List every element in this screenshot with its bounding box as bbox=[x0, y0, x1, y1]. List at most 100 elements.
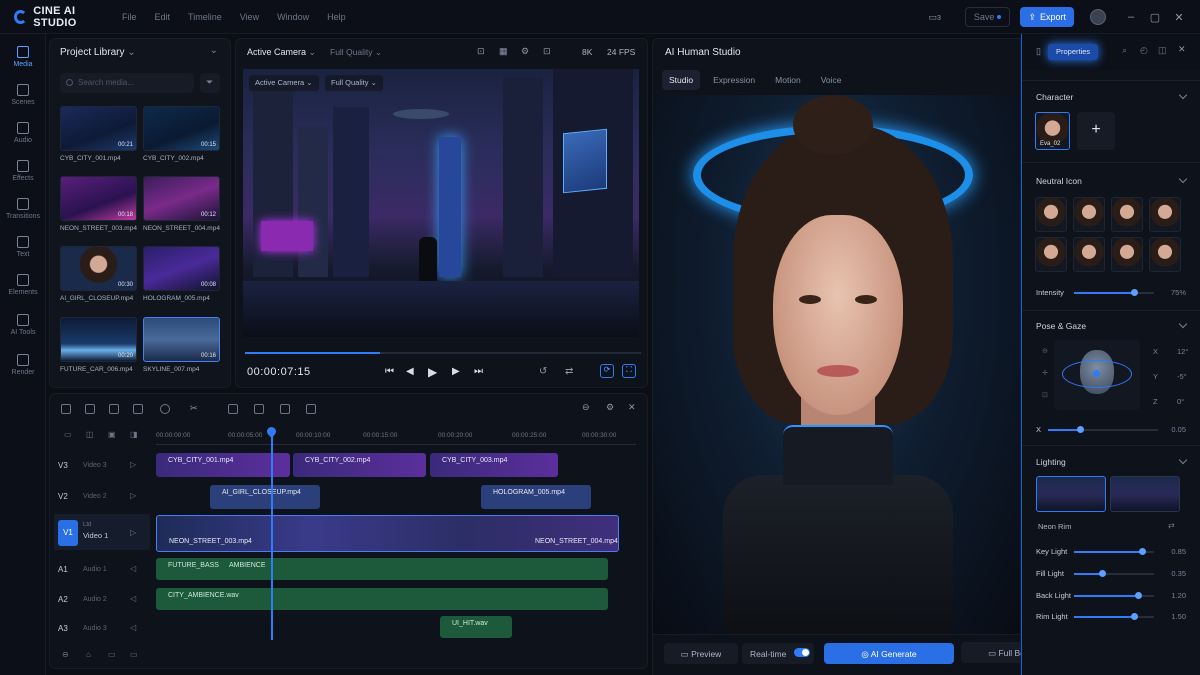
inner-camera-chip[interactable]: Active Camera ⌄ bbox=[249, 75, 319, 91]
audio-clip[interactable]: FUTURE_BASS AMBIENCE bbox=[156, 558, 608, 580]
gaze-target[interactable] bbox=[1093, 370, 1100, 377]
user-avatar[interactable] bbox=[1090, 9, 1106, 25]
light-slider[interactable] bbox=[1074, 570, 1154, 577]
tab-motion[interactable]: Motion bbox=[768, 70, 808, 90]
add-character-button[interactable]: + bbox=[1077, 112, 1115, 150]
snap-icon[interactable]: ⊖ bbox=[582, 402, 590, 413]
pose-z-value[interactable]: 0° bbox=[1177, 397, 1184, 406]
menu-file[interactable]: File bbox=[122, 12, 137, 22]
select-tool-icon[interactable] bbox=[61, 404, 71, 414]
light-preset-thumb[interactable] bbox=[1110, 476, 1180, 512]
link-tool-icon[interactable] bbox=[306, 404, 316, 414]
media-thumb[interactable]: 00:15 bbox=[143, 106, 220, 151]
gaze-control[interactable] bbox=[1054, 340, 1140, 410]
ripple-tool-icon[interactable] bbox=[228, 404, 238, 414]
step-forward-icon[interactable]: ▶ bbox=[452, 366, 460, 377]
zoom-in-icon[interactable]: ▭ bbox=[130, 650, 138, 659]
preview-button[interactable]: ▭ Preview bbox=[664, 643, 738, 664]
loop-icon[interactable]: ↺ bbox=[539, 366, 547, 377]
tab-voice[interactable]: Voice bbox=[814, 70, 849, 90]
export-button[interactable]: ⇪ Export bbox=[1020, 7, 1074, 27]
caption-tool-icon[interactable] bbox=[254, 404, 264, 414]
chevron-down-icon[interactable] bbox=[1178, 174, 1188, 184]
menu-edit[interactable]: Edit bbox=[155, 12, 171, 22]
marker-tool-icon[interactable] bbox=[280, 404, 290, 414]
rail-audio[interactable]: Audio bbox=[0, 122, 46, 144]
skip-end-icon[interactable]: ⏭ bbox=[474, 366, 483, 377]
move-icon[interactable]: ✛ bbox=[1042, 369, 1048, 377]
realtime-switch[interactable] bbox=[794, 648, 810, 657]
chevron-down-icon[interactable] bbox=[1178, 319, 1188, 329]
media-thumb[interactable]: 00:21 bbox=[60, 106, 137, 151]
rail-text[interactable]: Text bbox=[0, 236, 46, 258]
media-thumb[interactable]: 00:30 bbox=[60, 246, 137, 291]
rail-effects[interactable]: Effects bbox=[0, 160, 46, 182]
inner-quality-chip[interactable]: Full Quality ⌄ bbox=[325, 75, 383, 91]
image-tool-icon[interactable] bbox=[109, 404, 119, 414]
panel-close-icon[interactable]: ✕ bbox=[1178, 44, 1186, 55]
menu-timeline[interactable]: Timeline bbox=[188, 12, 222, 22]
cloud-tool-icon[interactable] bbox=[160, 404, 170, 414]
step-back-icon[interactable]: ◀ bbox=[406, 366, 414, 377]
light-slider[interactable] bbox=[1074, 592, 1154, 599]
media-thumb[interactable]: 00:08 bbox=[143, 246, 220, 291]
ai-human-portrait[interactable] bbox=[653, 95, 1020, 634]
tab-expression[interactable]: Expression bbox=[706, 70, 762, 90]
camera-select[interactable]: Active Camera ⌄ bbox=[247, 47, 316, 58]
slider-knob[interactable] bbox=[1099, 570, 1106, 577]
close-icon[interactable]: ✕ bbox=[1172, 11, 1186, 24]
zoom-out-icon[interactable]: ⊖ bbox=[62, 650, 69, 659]
rail-render[interactable]: Render bbox=[0, 354, 46, 376]
light-preset-thumb[interactable] bbox=[1036, 476, 1106, 512]
tab-studio[interactable]: Studio bbox=[662, 70, 701, 90]
shuffle-icon[interactable]: ⇄ bbox=[565, 366, 573, 377]
sync-icon[interactable]: ⟳ bbox=[600, 364, 614, 378]
safe-area-icon[interactable]: ⊡ bbox=[477, 46, 485, 57]
shuffle-icon[interactable]: ⇄ bbox=[1168, 521, 1175, 530]
expression-thumb[interactable] bbox=[1073, 197, 1105, 232]
slider-knob[interactable] bbox=[1077, 426, 1084, 433]
rail-transitions[interactable]: Transitions bbox=[0, 198, 46, 220]
intensity-slider[interactable] bbox=[1074, 289, 1154, 296]
fullscreen-icon[interactable]: ⛶ bbox=[622, 364, 636, 378]
timeline-clip[interactable]: CYB_CITY_003.mp4 bbox=[430, 453, 558, 477]
pose-y-value[interactable]: -5° bbox=[1177, 372, 1187, 381]
rail-ai-tools[interactable]: AI Tools bbox=[0, 314, 46, 336]
playhead[interactable] bbox=[271, 430, 273, 640]
timeline-clip[interactable]: HOLOGRAM_005.mp4 bbox=[481, 485, 591, 509]
expression-thumb[interactable] bbox=[1111, 237, 1143, 272]
media-thumb[interactable]: 00:20 bbox=[60, 317, 137, 362]
track-speaker-icon[interactable]: ◁ bbox=[130, 594, 136, 603]
track-lock-icon[interactable]: ▭ bbox=[64, 430, 72, 439]
zoom-fit-icon[interactable]: ▭ bbox=[108, 650, 116, 659]
track-visibility-icon[interactable]: ◫ bbox=[86, 430, 94, 439]
media-thumb-selected[interactable]: 00:16 bbox=[143, 317, 220, 362]
expression-thumb[interactable] bbox=[1035, 237, 1067, 272]
filter-button[interactable]: ⏷ bbox=[200, 73, 220, 93]
slider-knob[interactable] bbox=[1131, 613, 1138, 620]
slider-knob[interactable] bbox=[1139, 548, 1146, 555]
minimize-icon[interactable]: – bbox=[1124, 11, 1138, 23]
media-thumb[interactable]: 00:18 bbox=[60, 176, 137, 221]
chevron-down-icon[interactable] bbox=[1178, 90, 1188, 100]
chevron-down-icon[interactable] bbox=[1178, 455, 1188, 465]
track-eye-icon[interactable]: ▷ bbox=[130, 491, 136, 500]
quality-select[interactable]: Full Quality ⌄ bbox=[330, 47, 382, 58]
slider-knob[interactable] bbox=[1131, 289, 1138, 296]
track-eye-icon[interactable]: ▷ bbox=[130, 460, 136, 469]
rail-elements[interactable]: Elements bbox=[0, 274, 46, 296]
rotate-icon[interactable]: ⊖ bbox=[1042, 347, 1048, 355]
light-slider[interactable] bbox=[1074, 613, 1154, 620]
grid-icon[interactable]: ▦ bbox=[499, 46, 508, 57]
light-slider[interactable] bbox=[1074, 548, 1154, 555]
rail-media[interactable]: Media bbox=[0, 46, 46, 68]
settings-icon[interactable]: ⚙ bbox=[521, 46, 529, 57]
timeline-settings-icon[interactable]: ⚙ bbox=[606, 402, 614, 413]
track-record-icon[interactable]: ◨ bbox=[130, 430, 138, 439]
trim-tool-icon[interactable] bbox=[85, 404, 95, 414]
play-icon[interactable]: ▶ bbox=[428, 365, 437, 379]
ai-generate-button[interactable]: ◎ AI Generate bbox=[824, 643, 954, 664]
menu-view[interactable]: View bbox=[240, 12, 259, 22]
track-mute-icon[interactable]: ▣ bbox=[108, 430, 116, 439]
timeline-clip[interactable]: AI_GIRL_CLOSEUP.mp4 bbox=[210, 485, 320, 509]
